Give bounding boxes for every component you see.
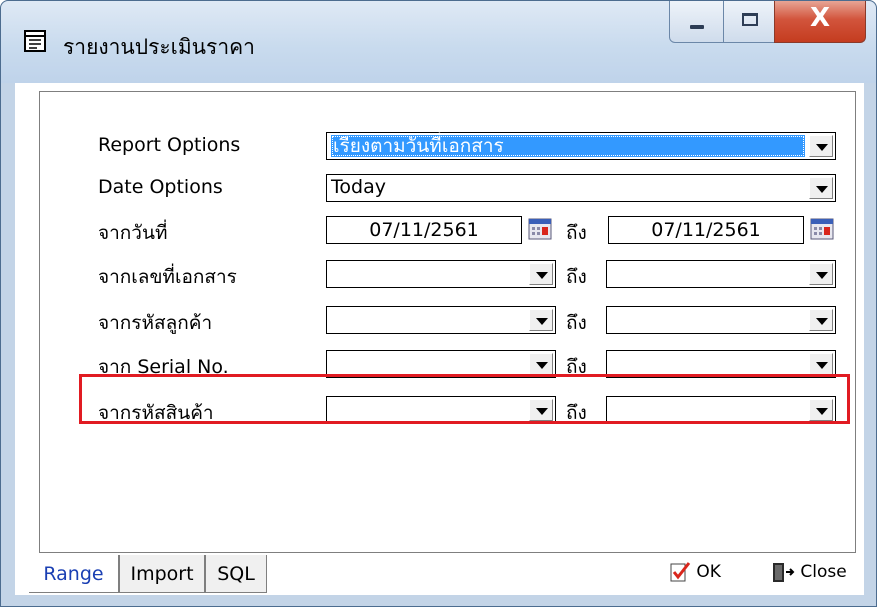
date-options-select[interactable]: Today (326, 174, 836, 202)
report-options-label: Report Options (98, 134, 241, 156)
dropdown-arrow-icon[interactable] (809, 309, 833, 331)
dropdown-arrow-icon[interactable] (809, 263, 833, 285)
close-button-label: Close (800, 562, 847, 582)
maximize-button[interactable] (723, 1, 775, 43)
minimize-icon (690, 25, 704, 29)
dropdown-arrow-icon[interactable] (809, 177, 833, 199)
close-window-button[interactable]: X (774, 1, 866, 43)
doc-no-from-select[interactable] (326, 260, 556, 288)
customer-to-label: ถึง (566, 312, 587, 334)
to-date-input[interactable]: 07/11/2561 (608, 216, 804, 244)
close-button[interactable]: Close (771, 561, 847, 583)
report-window: รายงานประเมินราคา X Report Options เรียง… (0, 0, 877, 607)
doc-no-to-select[interactable] (606, 260, 836, 288)
close-icon: X (809, 3, 831, 33)
tab-range[interactable]: Range (29, 555, 119, 593)
exit-door-icon (773, 563, 795, 582)
dropdown-arrow-icon[interactable] (809, 135, 833, 157)
calendar-icon[interactable] (528, 218, 552, 240)
ok-check-icon (670, 562, 691, 582)
date-options-value: Today (331, 176, 386, 198)
ok-button[interactable]: OK (669, 561, 721, 583)
from-date-label: จากวันที่ (98, 222, 168, 244)
report-icon (24, 30, 46, 52)
dropdown-arrow-icon[interactable] (529, 263, 553, 285)
doc-no-label: จากเลขที่เอกสาร (98, 266, 237, 288)
dropdown-arrow-icon[interactable] (809, 353, 833, 375)
maximize-icon (742, 13, 758, 26)
highlight-box (79, 374, 850, 424)
range-panel: Report Options เรียงตามวันที่เอกสาร Date… (39, 91, 856, 553)
customer-from-select[interactable] (326, 306, 556, 334)
report-options-select[interactable]: เรียงตามวันที่เอกสาร (326, 132, 836, 160)
tab-import[interactable]: Import (119, 555, 205, 593)
ok-button-label: OK (696, 562, 721, 582)
from-date-input[interactable]: 07/11/2561 (326, 216, 522, 244)
calendar-icon[interactable] (810, 218, 834, 240)
tab-sql[interactable]: SQL (205, 555, 267, 593)
customer-to-select[interactable] (606, 306, 836, 334)
dropdown-arrow-icon[interactable] (529, 309, 553, 331)
doc-no-to-label: ถึง (566, 266, 587, 288)
customer-label: จากรหัสลูกค้า (98, 312, 213, 334)
title-bar[interactable]: รายงานประเมินราคา X (1, 1, 876, 83)
report-options-value: เรียงตามวันที่เอกสาร (331, 135, 805, 157)
dropdown-arrow-icon[interactable] (529, 353, 553, 375)
window-title: รายงานประเมินราคา (63, 35, 255, 59)
client-area: Report Options เรียงตามวันที่เอกสาร Date… (15, 83, 864, 595)
date-options-label: Date Options (98, 176, 223, 198)
to-date-label: ถึง (566, 222, 587, 244)
minimize-button[interactable] (669, 1, 724, 43)
